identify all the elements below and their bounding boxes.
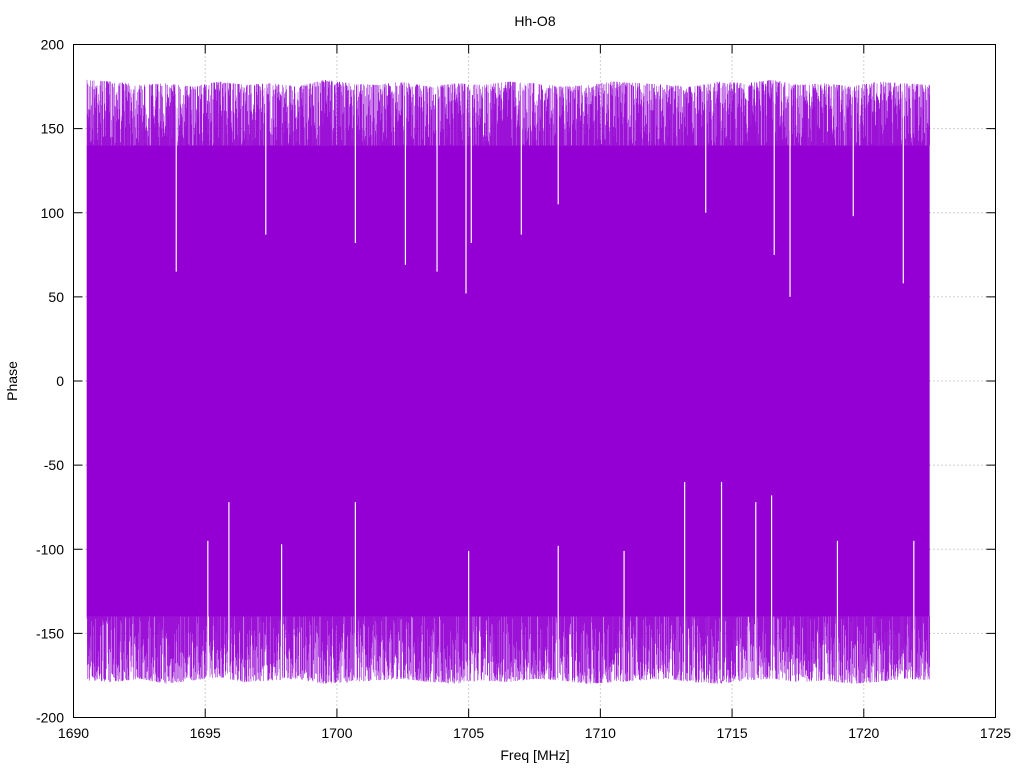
y-tick-label: -150: [36, 625, 64, 641]
phase-chart: Hh-O8 1690 1695 1700 1705 1710 1715 1720 1725 -2…: [4, 13, 1011, 763]
phase-band: [86, 145, 930, 617]
x-tick-label: 1720: [848, 725, 879, 741]
x-tick-label: 1690: [58, 725, 89, 741]
y-tick-label: -200: [36, 710, 64, 726]
x-tick-label: 1695: [190, 725, 221, 741]
x-tick-label: 1700: [321, 725, 352, 741]
chart-title: Hh-O8: [514, 13, 555, 29]
x-tick-label: 1710: [585, 725, 616, 741]
y-tick-label: 0: [56, 373, 64, 389]
y-tick-label: 150: [41, 121, 65, 137]
x-tick-label: 1715: [716, 725, 747, 741]
x-tick-label: 1725: [980, 725, 1011, 741]
y-tick-label: -100: [36, 541, 64, 557]
plot-area: [86, 79, 930, 684]
y-axis-title: Phase: [4, 361, 20, 401]
x-axis-title: Freq [MHz]: [500, 747, 569, 763]
y-tick-label: -50: [44, 457, 64, 473]
y-tick-label: 200: [41, 37, 65, 53]
y-tick-label: 100: [41, 205, 65, 221]
x-tick-label: 1705: [453, 725, 484, 741]
y-tick-label: 50: [48, 289, 64, 305]
